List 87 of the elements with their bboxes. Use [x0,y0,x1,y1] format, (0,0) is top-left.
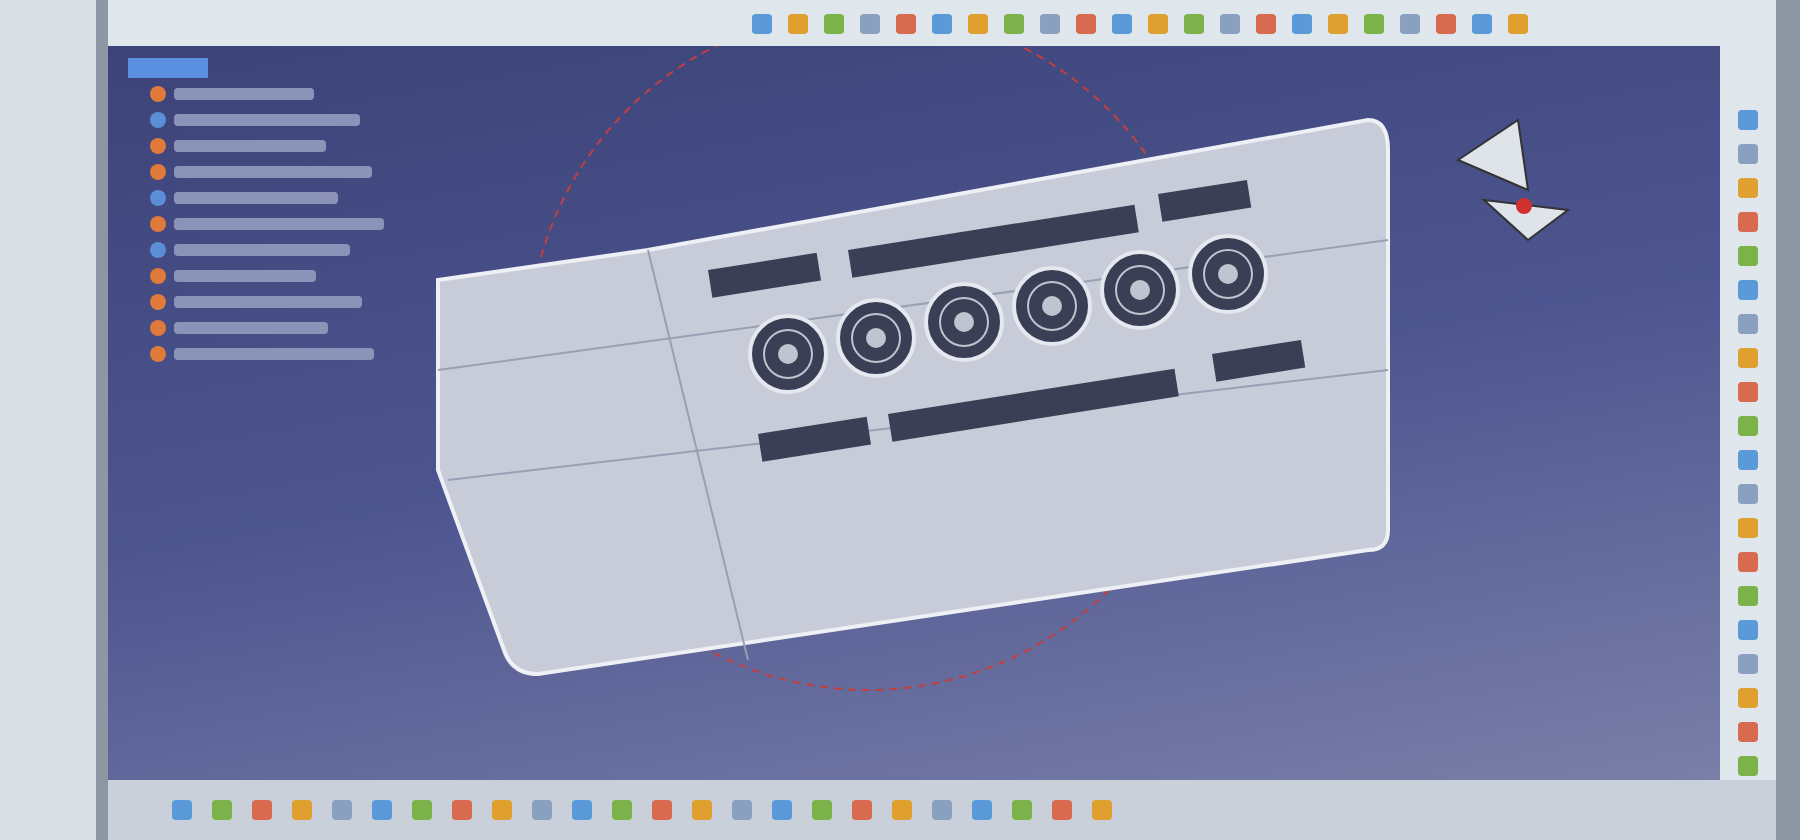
toolbar-icon[interactable] [848,796,876,825]
toolbar-icon[interactable] [928,9,956,38]
toolbar-icon[interactable] [1734,718,1762,747]
toolbar-icon[interactable] [1036,9,1064,38]
part-icon [148,317,168,338]
toolbar-icon[interactable] [964,9,992,38]
toolbar-icon[interactable] [648,796,676,825]
toolbar-icon[interactable] [1734,514,1762,543]
toolbar-icon[interactable] [808,796,836,825]
toolbar-icon[interactable] [368,796,396,825]
toolbar-icon[interactable] [1734,684,1762,713]
toolbar-icon[interactable] [768,796,796,825]
tree-node-blur[interactable] [174,347,374,360]
toolbar-icon[interactable] [1360,9,1388,38]
toolbar-icon[interactable] [248,796,276,825]
toolbar-icon[interactable] [728,796,756,825]
toolbar-icon[interactable] [1734,174,1762,203]
toolbar-icon[interactable] [528,796,556,825]
tree-node-blur[interactable] [174,269,316,282]
toolbar-icon[interactable] [208,796,236,825]
toolbar-icon[interactable] [1216,9,1244,38]
tree-node-blur[interactable] [174,191,338,204]
toolbar-icon[interactable] [568,796,596,825]
toolbar-icon[interactable] [888,796,916,825]
toolbar-icon[interactable] [928,796,956,825]
toolbar-icon[interactable] [748,9,776,38]
toolbar-icon[interactable] [1108,9,1136,38]
toolbar-icon[interactable] [968,796,996,825]
part-icon [148,343,168,364]
toolbar-icon[interactable] [288,796,316,825]
toolbar-icon[interactable] [1734,344,1762,373]
toolbar-icon[interactable] [1008,796,1036,825]
toolbar-icon[interactable] [1734,378,1762,407]
toolbar-icon[interactable] [1396,9,1424,38]
toolbar-icon[interactable] [1734,140,1762,169]
toolbar-icon[interactable] [1734,412,1762,441]
toolbar-icon[interactable] [1504,9,1532,38]
tree-node-blur[interactable] [174,321,328,334]
toolbar-icon[interactable] [1180,9,1208,38]
toolbar-icon[interactable] [328,796,356,825]
tree-node-blur[interactable] [174,243,350,256]
toolbar-icon[interactable] [1252,9,1280,38]
toolbar-icon[interactable] [1734,208,1762,237]
toolbar-icon[interactable] [1734,752,1762,781]
toolbar-icon[interactable] [1734,310,1762,339]
toolbar-icon[interactable] [1144,9,1172,38]
part-icon [148,135,168,156]
part-icon [148,265,168,286]
toolbar-icon[interactable] [408,796,436,825]
toolbar-icon[interactable] [1432,9,1460,38]
toolbar-icon[interactable] [820,9,848,38]
toolbar-icon[interactable] [1288,9,1316,38]
toolbar-icon[interactable] [1324,9,1352,38]
toolbar-icon[interactable] [856,9,884,38]
tree-node-blur[interactable] [174,217,384,230]
tree-node-blur[interactable] [174,295,362,308]
part-icon [148,161,168,182]
toolbar-icon[interactable] [1734,548,1762,577]
tree-node-blur[interactable] [174,139,326,152]
toolbar-icon[interactable] [1734,582,1762,611]
part-icon [148,291,168,312]
toolbar-icon[interactable] [608,796,636,825]
compass-icon[interactable] [1455,119,1571,243]
toolbar-icon[interactable] [1734,616,1762,645]
toolbar-icon[interactable] [1000,9,1028,38]
toolbar-icon[interactable] [1468,9,1496,38]
tree-node-blur[interactable] [174,113,360,126]
tree-node-blur[interactable] [174,87,314,100]
toolbar-icon[interactable] [688,796,716,825]
toolbar-icon[interactable] [784,9,812,38]
toolbar-icon[interactable] [1734,446,1762,475]
toolbar-icon[interactable] [1734,242,1762,271]
tree-node-blur[interactable] [174,165,372,178]
toolbar-icon[interactable] [448,796,476,825]
tree-root[interactable] [128,58,208,79]
part-icon [148,83,168,104]
toolbar-icon[interactable] [1048,796,1076,825]
toolbar-icon[interactable] [168,796,196,825]
toolbar-icon[interactable] [1734,650,1762,679]
toolbar-icon[interactable] [1072,9,1100,38]
toolbar-icon[interactable] [488,796,516,825]
toolbar-icon[interactable] [1088,796,1116,825]
toolbar-icon[interactable] [892,9,920,38]
toolbar-icon[interactable] [1734,106,1762,135]
toolbar-icon[interactable] [1734,480,1762,509]
part-icon [148,213,168,234]
toolbar-icon[interactable] [1734,276,1762,305]
